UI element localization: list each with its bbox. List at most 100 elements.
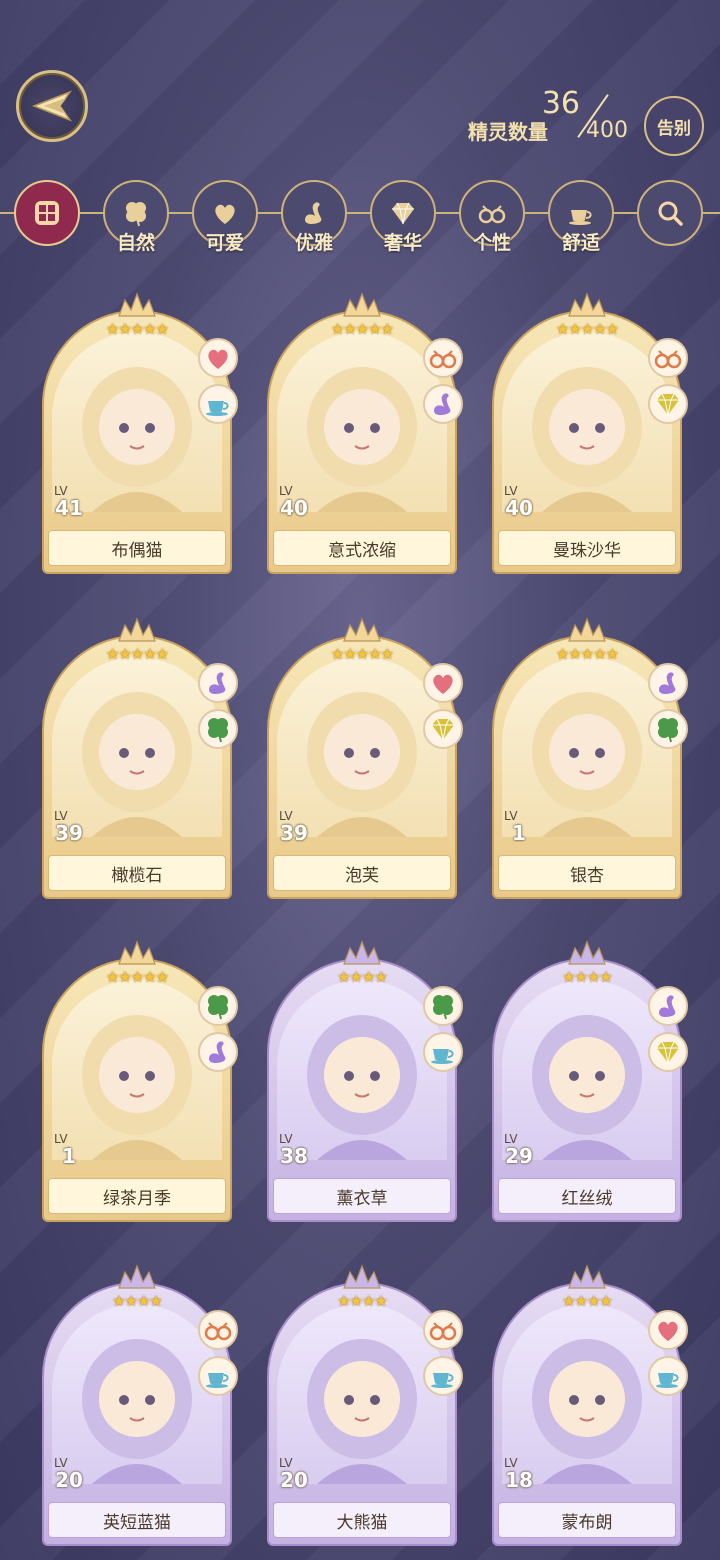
spirit-card[interactable]: ★★★★★ LV 39 橄榄石 bbox=[42, 617, 238, 899]
crown-ornament-icon bbox=[568, 1264, 606, 1289]
card-name: 蒙布朗 bbox=[498, 1502, 676, 1538]
filter-label: 舒适 bbox=[561, 232, 600, 254]
spirit-card[interactable]: ★★★★ LV 29 红丝绒 bbox=[492, 940, 688, 1222]
clover-icon bbox=[198, 709, 238, 749]
glasses-icon bbox=[423, 338, 463, 378]
crown-ornament-icon bbox=[343, 1264, 381, 1289]
spirit-card[interactable]: ★★★★ LV 38 薰衣草 bbox=[267, 940, 463, 1222]
farewell-button[interactable]: 告别 bbox=[644, 96, 704, 156]
diamond-icon bbox=[423, 709, 463, 749]
level-badge: LV 29 bbox=[496, 1132, 542, 1174]
filter-tab-5[interactable]: 个性 bbox=[457, 178, 527, 254]
search-icon bbox=[637, 180, 703, 246]
level-value: 1 bbox=[62, 1144, 76, 1168]
star-rating: ★★★★ bbox=[562, 968, 613, 986]
card-name: 意式浓缩 bbox=[273, 530, 451, 566]
spirit-card[interactable]: ★★★★★ LV 39 泡芙 bbox=[267, 617, 463, 899]
spirit-card[interactable]: ★★★★ LV 20 大熊猫 bbox=[267, 1264, 463, 1546]
level-badge: LV 41 bbox=[46, 484, 92, 526]
filter-label: 奢华 bbox=[383, 232, 422, 254]
level-value: 40 bbox=[280, 496, 308, 520]
filter-search[interactable] bbox=[635, 178, 705, 248]
count-current: 36 bbox=[541, 86, 580, 121]
crown-ornament-icon bbox=[118, 292, 156, 317]
level-value: 39 bbox=[55, 821, 83, 845]
glasses-icon bbox=[648, 338, 688, 378]
star-rating: ★★★★★ bbox=[105, 320, 169, 338]
clover-icon bbox=[198, 986, 238, 1026]
level-badge: LV 18 bbox=[496, 1456, 542, 1498]
star-rating: ★★★★★ bbox=[555, 645, 619, 663]
level-value: 20 bbox=[280, 1468, 308, 1492]
swan-icon bbox=[648, 986, 688, 1026]
level-badge: LV 1 bbox=[496, 809, 542, 851]
level-value: 1 bbox=[512, 821, 526, 845]
card-name: 红丝绒 bbox=[498, 1178, 676, 1214]
spirit-card[interactable]: ★★★★★ LV 1 银杏 bbox=[492, 617, 688, 899]
card-name: 曼珠沙华 bbox=[498, 530, 676, 566]
level-value: 40 bbox=[505, 496, 533, 520]
diamond-icon bbox=[648, 384, 688, 424]
crown-ornament-icon bbox=[343, 617, 381, 642]
card-name: 薰衣草 bbox=[273, 1178, 451, 1214]
count-max: 400 bbox=[586, 118, 628, 143]
crown-ornament-icon bbox=[568, 292, 606, 317]
spirit-card[interactable]: ★★★★ LV 20 英短蓝猫 bbox=[42, 1264, 238, 1546]
crown-ornament-icon bbox=[568, 617, 606, 642]
card-name: 银杏 bbox=[498, 855, 676, 891]
back-wing-icon bbox=[31, 90, 73, 122]
counter-label: 精灵数量 bbox=[468, 120, 548, 144]
level-badge: LV 39 bbox=[271, 809, 317, 851]
filter-label: 可爱 bbox=[205, 232, 244, 254]
glasses-icon bbox=[198, 1310, 238, 1350]
swan-icon bbox=[423, 384, 463, 424]
card-name: 绿茶月季 bbox=[48, 1178, 226, 1214]
swan-icon bbox=[648, 663, 688, 703]
crown-ornament-icon bbox=[118, 1264, 156, 1289]
level-badge: LV 20 bbox=[271, 1456, 317, 1498]
teacup-icon bbox=[198, 1356, 238, 1396]
filter-all[interactable] bbox=[12, 178, 82, 248]
star-rating: ★★★★★ bbox=[105, 968, 169, 986]
teacup-icon bbox=[423, 1032, 463, 1072]
clover-icon bbox=[423, 986, 463, 1026]
level-badge: LV 38 bbox=[271, 1132, 317, 1174]
heart-icon bbox=[423, 663, 463, 703]
filter-tab-4[interactable]: 奢华 bbox=[368, 178, 438, 254]
star-rating: ★★★★★ bbox=[330, 320, 394, 338]
level-badge: LV 39 bbox=[46, 809, 92, 851]
level-badge: LV 1 bbox=[46, 1132, 92, 1174]
level-value: 20 bbox=[55, 1468, 83, 1492]
crown-ornament-icon bbox=[343, 940, 381, 965]
filter-tab-1[interactable]: 自然 bbox=[101, 178, 171, 254]
star-rating: ★★★★★ bbox=[555, 320, 619, 338]
star-rating: ★★★★ bbox=[112, 1292, 163, 1310]
filter-tab-3[interactable]: 优雅 bbox=[279, 178, 349, 254]
spirit-card[interactable]: ★★★★★ LV 1 绿茶月季 bbox=[42, 940, 238, 1222]
star-rating: ★★★★ bbox=[337, 968, 388, 986]
spirit-card[interactable]: ★★★★★ LV 41 布偶猫 bbox=[42, 292, 238, 574]
level-value: 38 bbox=[280, 1144, 308, 1168]
level-value: 29 bbox=[505, 1144, 533, 1168]
swan-icon bbox=[198, 1032, 238, 1072]
card-name: 英短蓝猫 bbox=[48, 1502, 226, 1538]
swan-icon bbox=[198, 663, 238, 703]
star-rating: ★★★★★ bbox=[105, 645, 169, 663]
level-value: 18 bbox=[505, 1468, 533, 1492]
filter-tab-6[interactable]: 舒适 bbox=[546, 178, 616, 254]
teacup-icon bbox=[648, 1356, 688, 1396]
heart-icon bbox=[198, 338, 238, 378]
spirit-card[interactable]: ★★★★ LV 18 蒙布朗 bbox=[492, 1264, 688, 1546]
teacup-icon bbox=[423, 1356, 463, 1396]
spirit-card[interactable]: ★★★★★ LV 40 曼珠沙华 bbox=[492, 292, 688, 574]
level-value: 41 bbox=[55, 496, 83, 520]
filter-tab-2[interactable]: 可爱 bbox=[190, 178, 260, 254]
filter-label: 自然 bbox=[116, 232, 155, 254]
crown-ornament-icon bbox=[118, 940, 156, 965]
level-value: 39 bbox=[280, 821, 308, 845]
level-badge: LV 20 bbox=[46, 1456, 92, 1498]
spirit-card[interactable]: ★★★★★ LV 40 意式浓缩 bbox=[267, 292, 463, 574]
heart-icon bbox=[648, 1310, 688, 1350]
back-button[interactable] bbox=[16, 70, 88, 142]
crown-ornament-icon bbox=[568, 940, 606, 965]
